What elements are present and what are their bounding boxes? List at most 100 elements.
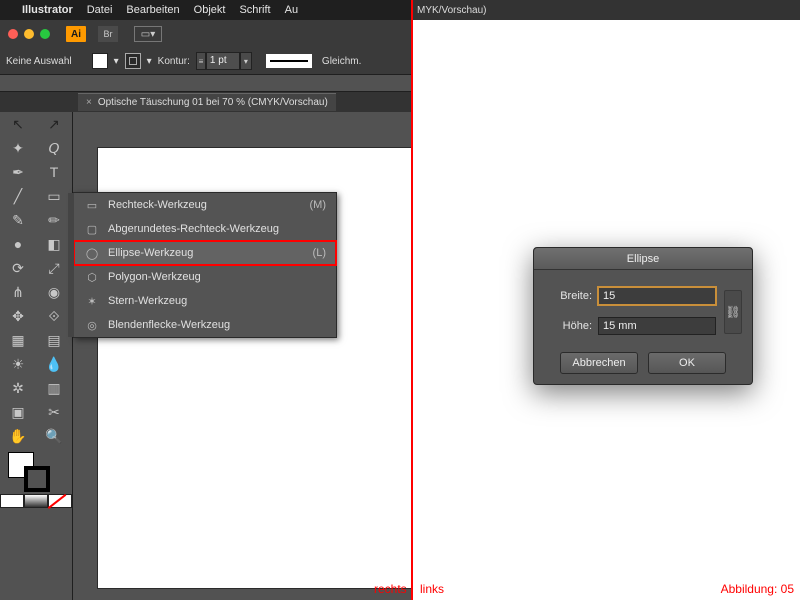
close-window-icon[interactable] (8, 29, 18, 39)
lasso-tool[interactable]: 𝘘 (36, 136, 72, 160)
flare-icon: ◎ (84, 319, 100, 332)
rectangle-tool[interactable]: ▭ (36, 184, 72, 208)
dialog-title: Ellipse (534, 248, 752, 270)
scale-tool[interactable]: ⤢ (36, 256, 72, 280)
flyout-tearoff-handle[interactable] (68, 193, 74, 337)
rounded-rectangle-icon: ▢ (84, 223, 100, 236)
fill-dropdown-icon[interactable]: ▾ (114, 56, 119, 67)
close-tab-icon[interactable]: × (86, 97, 92, 108)
flyout-rectangle[interactable]: ▭ Rechteck-Werkzeug (M) (74, 193, 336, 217)
stroke-box-icon[interactable] (24, 466, 50, 492)
warp-tool[interactable]: ◉ (36, 280, 72, 304)
direct-selection-tool[interactable]: ↗ (36, 112, 72, 136)
flyout-flare[interactable]: ◎ Blendenflecke-Werkzeug (74, 313, 336, 337)
color-mode-color[interactable] (0, 494, 24, 508)
flyout-rounded-rectangle[interactable]: ▢ Abgerundetes-Rechteck-Werkzeug (74, 217, 336, 241)
flyout-polygon[interactable]: ⬡ Polygon-Werkzeug (74, 265, 336, 289)
selection-label: Keine Auswahl (6, 56, 72, 67)
star-icon: ✶ (84, 295, 100, 308)
flyout-label: Ellipse-Werkzeug (108, 247, 193, 259)
document-tab[interactable]: × Optische Täuschung 01 bei 70 % (CMYK/V… (78, 93, 336, 111)
menu-truncated[interactable]: Au (285, 4, 298, 16)
menu-datei[interactable]: Datei (87, 4, 113, 16)
height-input[interactable]: 15 mm (598, 317, 716, 335)
free-transform-tool[interactable]: ✥ (0, 304, 36, 328)
ok-button[interactable]: OK (648, 352, 726, 374)
gradient-tool[interactable]: ☀ (0, 352, 36, 376)
flyout-label: Blendenflecke-Werkzeug (108, 319, 230, 331)
flyout-ellipse[interactable]: ◯ Ellipse-Werkzeug (L) (74, 241, 336, 265)
eyedropper-tool[interactable]: 💧 (36, 352, 72, 376)
fill-stroke-control[interactable] (0, 448, 72, 494)
pencil-tool[interactable]: ✏ (36, 208, 72, 232)
column-graph-tool[interactable]: ▣ (0, 400, 36, 424)
arrange-documents-icon[interactable]: ▭▾ (134, 26, 162, 42)
stroke-value-input[interactable]: 1 pt (206, 52, 240, 70)
flyout-label: Polygon-Werkzeug (108, 271, 201, 283)
color-mode-switches (0, 494, 72, 510)
mac-menubar: Illustrator Datei Bearbeiten Objekt Schr… (0, 0, 411, 20)
artboard-tool[interactable]: ✂ (36, 400, 72, 424)
flyout-label: Abgerundetes-Rechteck-Werkzeug (108, 223, 279, 235)
ellipse-dialog: Ellipse Breite: 15 Höhe: 15 mm ⛓ Abbrech… (533, 247, 753, 385)
bridge-icon[interactable]: Br (98, 26, 118, 42)
linestyle-preview[interactable] (266, 54, 312, 68)
paintbrush-tool[interactable]: ✎ (0, 208, 36, 232)
label-rechts: rechts (374, 582, 407, 596)
flyout-shortcut: (M) (310, 199, 327, 211)
mesh-tool[interactable]: ▤ (36, 328, 72, 352)
control-bar: Keine Auswahl ▾ ▾ Kontur: ≡ 1 pt ▾ Gleic… (0, 48, 411, 74)
linestyle-label: Gleichm. (322, 56, 361, 67)
hand-tool[interactable]: 🔍 (36, 424, 72, 448)
width-tool[interactable]: ⋔ (0, 280, 36, 304)
menu-schrift[interactable]: Schrift (239, 4, 270, 16)
shape-tool-flyout: ▭ Rechteck-Werkzeug (M) ▢ Abgerundetes-R… (73, 192, 337, 338)
right-document-tab[interactable]: MYK/Vorschau) (413, 0, 800, 20)
polygon-icon: ⬡ (84, 271, 100, 284)
blend-tool[interactable]: ✲ (0, 376, 36, 400)
selection-tool[interactable]: ↖ (0, 112, 36, 136)
symbol-sprayer-tool[interactable]: ▥ (36, 376, 72, 400)
cancel-button[interactable]: Abbrechen (560, 352, 638, 374)
line-tool[interactable]: ╱ (0, 184, 36, 208)
width-input[interactable]: 15 (598, 287, 716, 305)
canvas-area[interactable] (73, 112, 411, 600)
minimize-window-icon[interactable] (24, 29, 34, 39)
slice-tool[interactable]: ✋ (0, 424, 36, 448)
menu-objekt[interactable]: Objekt (194, 4, 226, 16)
flyout-star[interactable]: ✶ Stern-Werkzeug (74, 289, 336, 313)
perspective-tool[interactable]: ▦ (0, 328, 36, 352)
link-dimensions-icon[interactable]: ⛓ (724, 290, 742, 334)
flyout-label: Rechteck-Werkzeug (108, 199, 207, 211)
label-abbildung: Abbildung: 05 (721, 582, 794, 596)
illustrator-logo-icon: Ai (66, 26, 86, 42)
color-mode-gradient[interactable] (24, 494, 48, 508)
stroke-dropdown-icon[interactable]: ▾ (147, 56, 152, 67)
rotate-tool[interactable]: ⟳ (0, 256, 36, 280)
fill-swatch[interactable] (92, 53, 108, 69)
height-label: Höhe: (546, 320, 592, 332)
label-links: links (420, 582, 444, 596)
rectangle-icon: ▭ (84, 199, 100, 212)
shape-builder-tool[interactable]: ⟐ (36, 304, 72, 328)
menu-bearbeiten[interactable]: Bearbeiten (126, 4, 179, 16)
toolbox: ↖ ↗ ✦ 𝘘 ✒ T ╱ ▭ ✎ ✏ ● ◧ (0, 112, 73, 600)
eraser-tool[interactable]: ◧ (36, 232, 72, 256)
flyout-shortcut: (L) (313, 247, 326, 259)
secondary-bar (0, 74, 411, 92)
stroke-label: Kontur: (158, 56, 190, 67)
document-tab-label: Optische Täuschung 01 bei 70 % (CMYK/Vor… (98, 97, 328, 108)
flyout-label: Stern-Werkzeug (108, 295, 187, 307)
app-name[interactable]: Illustrator (22, 4, 73, 16)
magic-wand-tool[interactable]: ✦ (0, 136, 36, 160)
blob-brush-tool[interactable]: ● (0, 232, 36, 256)
color-mode-none[interactable] (48, 494, 72, 508)
stroke-dropdown[interactable]: ▾ (240, 52, 252, 70)
stroke-stepper[interactable]: ≡ (196, 52, 206, 70)
window-chrome: Ai Br ▭▾ (0, 20, 411, 48)
pen-tool[interactable]: ✒ (0, 160, 36, 184)
stroke-swatch[interactable] (125, 53, 141, 69)
document-tab-row: × Optische Täuschung 01 bei 70 % (CMYK/V… (0, 92, 411, 112)
zoom-window-icon[interactable] (40, 29, 50, 39)
type-tool[interactable]: T (36, 160, 72, 184)
